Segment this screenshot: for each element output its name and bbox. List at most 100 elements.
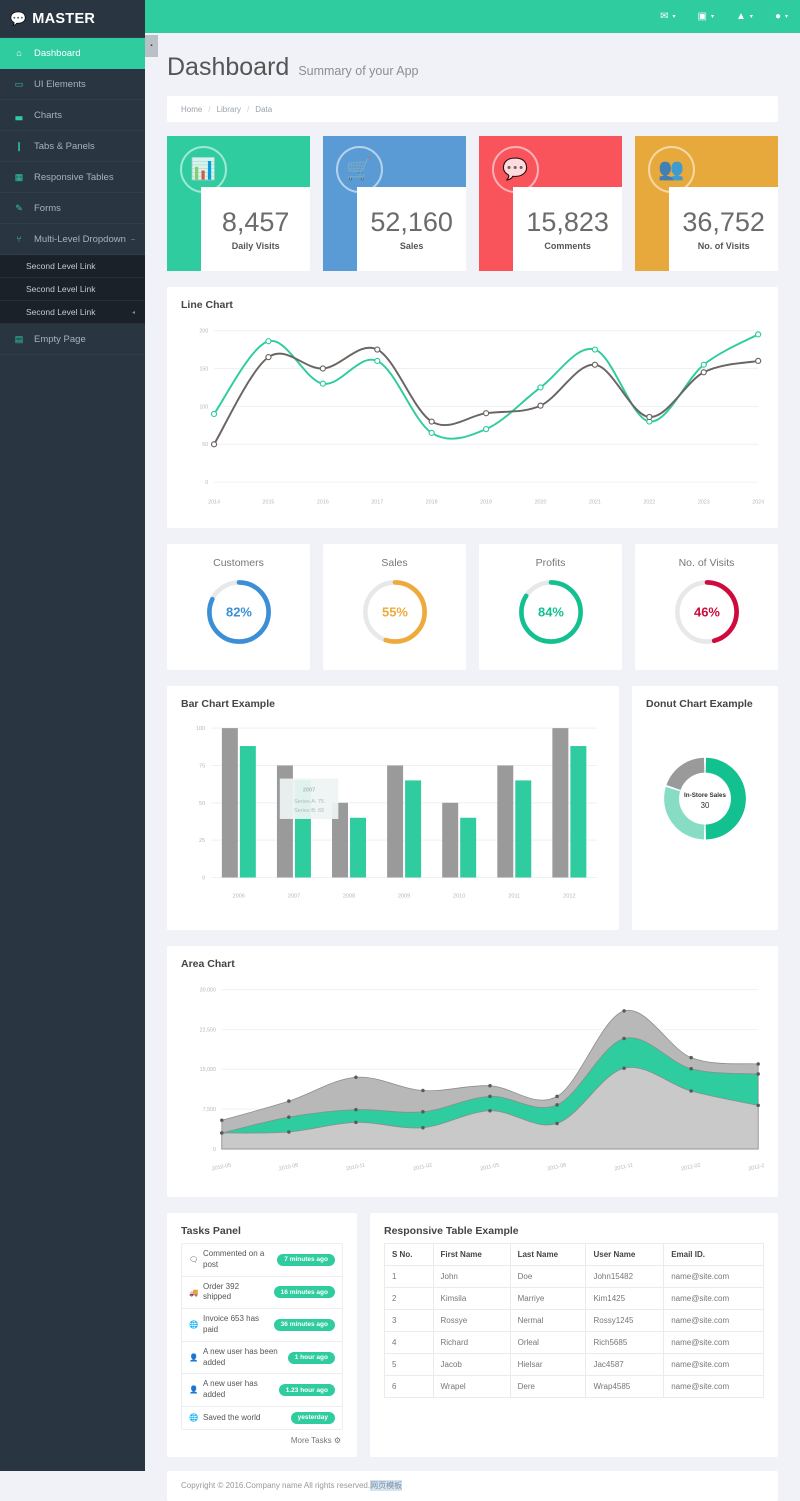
stat-card-icon-circle: 👥 <box>648 146 695 193</box>
svg-text:2012: 2012 <box>563 894 575 900</box>
svg-text:In-Store Sales: In-Store Sales <box>684 792 726 799</box>
topbar-envelope-dropdown[interactable]: ✉ ▾ <box>660 10 676 22</box>
svg-text:2023: 2023 <box>698 500 710 506</box>
svg-text:30,000: 30,000 <box>200 988 216 994</box>
table-cell: John15482 <box>585 1264 665 1288</box>
gauge-label: Customers <box>213 557 264 570</box>
breadcrumb-item-library[interactable]: Library <box>217 105 241 114</box>
task-time-badge: 1 hour ago <box>287 1351 335 1364</box>
stat-card-value-box: 52,160 Sales <box>357 187 466 271</box>
sidebar-item-label: Empty Page <box>34 333 86 345</box>
stat-card-icon-circle: 📊 <box>180 146 227 193</box>
topbar-user-dropdown[interactable]: ● ▾ <box>775 11 788 22</box>
footer-text: Copyright © 2016.Company name All rights… <box>181 1481 371 1491</box>
table-icon: ▦ <box>14 171 24 182</box>
topbar-screen-dropdown[interactable]: ▣ ▾ <box>698 11 714 22</box>
area-chart: 0 7,500 15,000 22,500 30,000 2010-05 2010-08 20… <box>200 988 764 1173</box>
table-cell: name@site.com <box>663 1352 764 1376</box>
table-cell: 5 <box>384 1352 434 1376</box>
user-icon: 👤 <box>189 1385 199 1395</box>
svg-text:2011-02: 2011-02 <box>413 1163 433 1173</box>
donut-chart-title: Donut Chart Example <box>646 698 753 711</box>
sidebar-item-charts[interactable]: ▃ Charts <box>0 100 145 131</box>
gauge-value: 84% <box>538 605 564 620</box>
stat-card-no-of-visits[interactable]: 👥 36,752 No. of Visits <box>635 136 778 271</box>
sidebar-item-multi-level-dropdown[interactable]: ⑂ Multi-Level Dropdown – <box>0 224 145 255</box>
sidebar-subitem-1[interactable]: Second Level Link <box>0 255 145 278</box>
task-item[interactable]: 👤 A new user has been added 1 hour ago <box>182 1342 342 1375</box>
breadcrumb-item-data[interactable]: Data <box>255 105 272 114</box>
users-icon: 👥 <box>658 158 685 181</box>
sidebar-item-label: Responsive Tables <box>34 171 114 183</box>
task-item[interactable]: 🗨 Commented on a post 7 minutes ago <box>182 1244 342 1277</box>
stat-card-sales[interactable]: 🛒 52,160 Sales <box>323 136 466 271</box>
gauge-label: Profits <box>535 557 566 570</box>
sidebar-item-label: Forms <box>34 202 61 214</box>
task-item[interactable]: 🚚 Order 392 shipped 16 minutes ago <box>182 1277 342 1310</box>
chevron-down-icon: ▾ <box>672 14 676 20</box>
table-row: 1 John Doe John15482 name@site.com <box>384 1264 764 1288</box>
table-cell: Wrapel <box>432 1374 511 1398</box>
task-item[interactable]: 👤 A new user has added 1.23 hour ago <box>182 1374 342 1407</box>
sidebar-item-ui-elements[interactable]: ▭ UI Elements <box>0 69 145 100</box>
sidebar-item-responsive-tables[interactable]: ▦ Responsive Tables <box>0 162 145 193</box>
footer: Copyright © 2016.Company name All rights… <box>167 1470 778 1501</box>
svg-text:2010: 2010 <box>453 894 465 900</box>
svg-text:2014: 2014 <box>208 500 220 506</box>
bar-chart-panel: Bar Chart Example 0 25 50 75 100 2006 2007 2008… <box>167 686 619 931</box>
stat-cards-row: 📊 8,457 Daily Visits 🛒 52,160 Sales 💬 15,823 Com… <box>167 136 778 271</box>
tasks-panel-title: Tasks Panel <box>181 1224 241 1237</box>
envelope-icon: ✉ <box>660 10 669 22</box>
stat-card-comments[interactable]: 💬 15,823 Comments <box>479 136 622 271</box>
svg-text:2011-11: 2011-11 <box>614 1163 634 1173</box>
comment-icon: 🗨 <box>189 1255 199 1265</box>
mid-charts-row: Bar Chart Example 0 25 50 75 100 2006 2007 2008… <box>167 686 778 931</box>
svg-text:2010-08: 2010-08 <box>278 1163 298 1173</box>
task-item[interactable]: 🌐 Saved the world yesterday <box>182 1407 342 1429</box>
table-cell: 4 <box>384 1330 434 1354</box>
sidebar-collapse-toggle[interactable]: ▪ <box>145 35 158 57</box>
topbar-bell-dropdown[interactable]: ▲ ▾ <box>736 11 753 22</box>
table-cell: Kimsila <box>432 1286 511 1310</box>
sidebar-item-empty-page[interactable]: ▤ Empty Page <box>0 324 145 355</box>
sidebar-item-forms[interactable]: ✎ Forms <box>0 193 145 224</box>
svg-text:7,500: 7,500 <box>203 1107 216 1113</box>
table-row: 5 Jacob Hielsar Jac4587 name@site.com <box>384 1352 764 1376</box>
table-header-cell: S No. <box>384 1242 434 1266</box>
more-tasks-link[interactable]: More Tasks ⚙ <box>181 1430 343 1445</box>
svg-text:2010-11: 2010-11 <box>346 1163 366 1173</box>
svg-text:0: 0 <box>213 1147 216 1153</box>
bar-chart: 0 25 50 75 100 2006 2007 2008 2009 2010 2011 2012 20… <box>196 726 597 900</box>
sidebar-item-label: Dashboard <box>34 47 81 59</box>
stat-card-daily-visits[interactable]: 📊 8,457 Daily Visits <box>167 136 310 271</box>
table-cell: 6 <box>384 1374 434 1398</box>
sidebar-subitem-3[interactable]: Second Level Link ◂ <box>0 301 145 324</box>
sidebar-item-dashboard[interactable]: ⌂ Dashboard <box>0 38 145 69</box>
svg-text:2011-05: 2011-05 <box>480 1163 500 1173</box>
sidebar-item-tabs-panels[interactable]: ❙ Tabs & Panels <box>0 131 145 162</box>
stat-card-value-box: 36,752 No. of Visits <box>669 187 778 271</box>
breadcrumb-item-home[interactable]: Home <box>181 105 202 114</box>
area-chart-title: Area Chart <box>181 958 235 971</box>
brand-logo[interactable]: 💬 MASTER <box>0 0 145 38</box>
svg-text:25: 25 <box>199 838 205 844</box>
gauge-label: No. of Visits <box>678 557 735 570</box>
tasks-panel: Tasks Panel 🗨 Commented on a post 7 minute… <box>167 1212 357 1457</box>
table-cell: Orleal <box>509 1330 587 1354</box>
task-item[interactable]: 🌐 Invoice 653 has paid 36 minutes ago <box>182 1309 342 1342</box>
globe-icon: 🌐 <box>189 1320 199 1330</box>
stat-card-value: 15,823 <box>526 206 609 237</box>
line-chart: 0 50 100 150 200 2014 2015 2016 2017 2018 2019 2020… <box>199 329 764 506</box>
globe-icon: 🌐 <box>189 1413 199 1423</box>
brand-title: MASTER <box>32 10 96 27</box>
svg-text:75: 75 <box>199 764 205 770</box>
sidebar-subitem-2[interactable]: Second Level Link <box>0 278 145 301</box>
breadcrumb-separator: / <box>208 104 211 114</box>
table-row: 2 Kimsila Marriye Kim1425 name@site.com <box>384 1286 764 1310</box>
chat-bubbles-icon: 💬 <box>10 11 27 26</box>
table-cell: Jac4587 <box>585 1352 665 1376</box>
gauge-label: Sales <box>381 557 408 570</box>
breadcrumb: Home / Library / Data <box>167 96 778 122</box>
svg-text:2012-02: 2012-02 <box>681 1163 701 1173</box>
svg-text:22,500: 22,500 <box>200 1027 216 1033</box>
